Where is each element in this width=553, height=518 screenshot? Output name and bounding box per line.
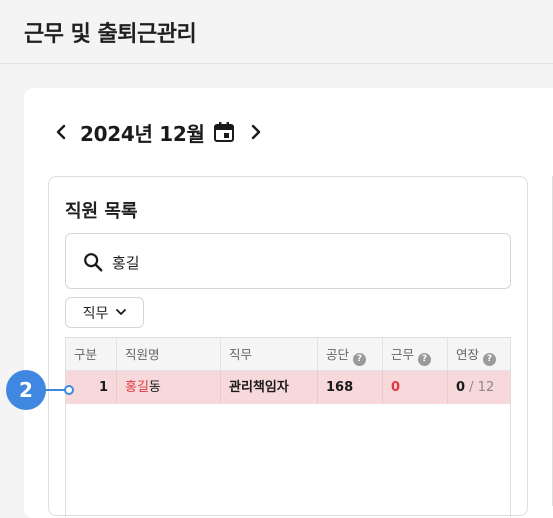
col-header-work: 근무? [383, 338, 448, 371]
month-label: 2024년 12월 [80, 122, 205, 146]
chevron-left-icon [56, 124, 66, 140]
name-rest: 동 [148, 380, 161, 395]
month-navigation: 2024년 12월 [52, 116, 282, 148]
search-box[interactable] [65, 233, 511, 289]
employee-list-panel: 직원 목록 직무 구분 직원명 직무 공단? 근무? 연장? [48, 176, 528, 517]
row-employee-name: 홍길동 [117, 371, 221, 404]
row-overtime: 0 / 12 [448, 371, 510, 404]
calendar-button[interactable] [212, 120, 236, 144]
help-icon[interactable]: ? [353, 353, 367, 366]
chevron-down-icon [116, 309, 127, 315]
col-header-name: 직원명 [117, 338, 221, 371]
table-header: 구분 직원명 직무 공단? 근무? 연장? [66, 338, 510, 371]
top-bar: 근무 및 출퇴근관리 [0, 0, 553, 64]
role-filter-dropdown[interactable]: 직무 [65, 297, 144, 328]
col-header-gongdan: 공단? [318, 338, 383, 371]
chevron-right-icon [251, 124, 261, 140]
help-icon[interactable]: ? [418, 353, 432, 366]
row-role: 관리책임자 [221, 371, 318, 404]
employee-table: 구분 직원명 직무 공단? 근무? 연장? 1 홍길동 관리책임자 168 0 … [65, 337, 511, 517]
col-header-gongdan-label: 공단 [326, 347, 350, 362]
row-gongdan: 168 [318, 371, 383, 404]
help-icon[interactable]: ? [483, 353, 497, 366]
col-header-overtime: 연장? [448, 338, 510, 371]
search-input[interactable] [112, 248, 492, 276]
name-match-highlight: 홍길 [125, 380, 149, 395]
overtime-total: 12 [477, 380, 495, 395]
col-header-overtime-label: 연장 [456, 347, 480, 362]
col-header-work-label: 근무 [391, 347, 415, 362]
calendar-icon [214, 122, 234, 142]
table-row[interactable]: 1 홍길동 관리책임자 168 0 0 / 12 [66, 371, 510, 404]
next-month-button[interactable] [247, 120, 265, 144]
page-title: 근무 및 출퇴근관리 [24, 22, 197, 47]
annotation-marker: 2 [6, 370, 46, 410]
overtime-separator: / [465, 380, 478, 395]
annotation-dot [64, 385, 74, 395]
col-header-index: 구분 [66, 338, 117, 371]
col-header-role: 직무 [221, 338, 318, 371]
role-filter-label: 직무 [82, 305, 109, 322]
row-work: 0 [383, 371, 448, 404]
search-icon [84, 253, 103, 272]
overtime-value: 0 [456, 380, 466, 395]
prev-month-button[interactable] [52, 120, 70, 144]
panel-title: 직원 목록 [65, 201, 138, 222]
